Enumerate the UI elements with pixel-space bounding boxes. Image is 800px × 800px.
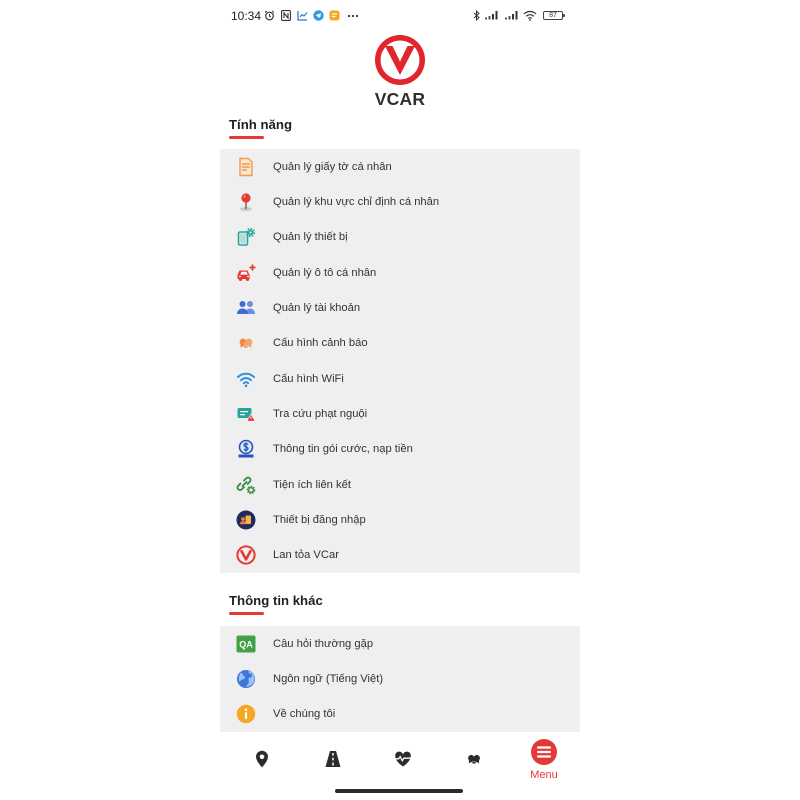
nav-location[interactable] <box>240 737 284 787</box>
section-underline <box>229 136 264 139</box>
menu-item-label: Thông tin gói cước, nạp tiền <box>273 443 413 456</box>
bluetooth-icon <box>473 10 480 21</box>
alarm-icon <box>264 10 275 21</box>
menu-item-traffic-fines[interactable]: Tra cứu phạt nguội <box>220 396 580 431</box>
qa-icon: QA <box>236 635 256 653</box>
info-icon <box>236 705 256 724</box>
vcar-logo-icon <box>236 545 256 565</box>
battery-icon: 87 <box>543 11 565 20</box>
wifi-icon <box>237 372 255 387</box>
other-info-list: QA Câu hỏi thường gặp Ngôn ngữ (Tiếng Vi… <box>220 626 580 732</box>
status-bar: 10:34 87 <box>220 0 580 32</box>
dollar-icon <box>238 439 254 458</box>
menu-item-label: Về chúng tôi <box>273 708 336 721</box>
menu-item-label: Quản lý tài khoản <box>273 301 361 314</box>
link-settings-icon <box>236 476 256 494</box>
battery-level: 87 <box>549 12 557 19</box>
menu-item-personal-cars[interactable]: Quản lý ô tô cá nhân <box>220 255 580 290</box>
menu-item-label: Tiện ích liên kết <box>273 478 351 491</box>
phone-screen: 10:34 87 VCAR Tính năng Quản lý giấy tờ … <box>220 0 580 800</box>
signal-icon <box>485 11 498 20</box>
nav-health[interactable] <box>381 737 425 787</box>
brand-name: VCAR <box>374 89 426 109</box>
menu-item-label: Thiết bị đăng nhập <box>273 513 366 526</box>
login-device-icon <box>236 510 256 530</box>
menu-item-language[interactable]: Ngôn ngữ (Tiếng Việt) <box>220 661 580 696</box>
car-add-icon <box>237 264 256 281</box>
nav-road[interactable] <box>311 737 355 787</box>
road-icon <box>325 751 341 767</box>
users-icon <box>237 300 255 314</box>
signal-icon <box>505 11 518 20</box>
location-icon <box>256 750 268 768</box>
status-time: 10:34 <box>231 9 262 23</box>
section-underline <box>229 612 264 615</box>
menu-item-devices[interactable]: Quản lý thiết bị <box>220 220 580 255</box>
menu-item-label: Quản lý thiết bị <box>273 231 348 244</box>
nav-menu-label: Menu <box>530 769 558 781</box>
chart-app-icon <box>297 11 308 21</box>
menu-item-faq[interactable]: QA Câu hỏi thường gặp <box>220 626 580 661</box>
menu-item-label: Tra cứu phạt nguội <box>273 407 368 420</box>
device-settings-icon <box>237 228 256 247</box>
features-list: Quản lý giấy tờ cá nhân Quản lý khu vực … <box>220 149 580 573</box>
menu-item-personal-documents[interactable]: Quản lý giấy tờ cá nhân <box>220 149 580 184</box>
alarm-bell-icon <box>239 338 253 349</box>
app-notification-icon <box>329 10 340 21</box>
globe-icon <box>237 669 255 688</box>
alarm-bell-icon <box>468 754 480 764</box>
menu-item-label: Cấu hình WiFi <box>273 372 344 385</box>
qa-icon-text: QA <box>239 639 253 649</box>
nfc-icon <box>281 10 291 21</box>
heart-pulse-icon <box>394 751 412 767</box>
map-pin-icon <box>240 193 252 211</box>
menu-item-label: Lan tỏa VCar <box>273 549 339 562</box>
telegram-icon <box>313 10 324 21</box>
menu-item-wifi-settings[interactable]: Cấu hình WiFi <box>220 361 580 396</box>
document-icon <box>239 157 253 176</box>
menu-item-linked-utilities[interactable]: Tiện ích liên kết <box>220 467 580 502</box>
wifi-status-icon <box>523 10 537 21</box>
menu-item-subscription-topup[interactable]: Thông tin gói cước, nạp tiền <box>220 432 580 467</box>
nav-alerts[interactable] <box>452 737 496 787</box>
fine-warning-icon <box>237 407 256 422</box>
vcar-logo-icon <box>375 35 425 85</box>
menu-item-share-vcar[interactable]: Lan tỏa VCar <box>220 538 580 573</box>
menu-icon <box>531 739 557 765</box>
menu-item-designated-areas[interactable]: Quản lý khu vực chỉ định cá nhân <box>220 184 580 219</box>
section-title-other-info: Thông tin khác <box>229 593 323 608</box>
menu-item-login-devices[interactable]: Thiết bị đăng nhập <box>220 502 580 537</box>
menu-item-label: Quản lý khu vực chỉ định cá nhân <box>273 195 440 208</box>
menu-item-label: Quản lý giấy tờ cá nhân <box>273 160 392 173</box>
menu-item-label: Câu hỏi thường gặp <box>273 637 374 650</box>
menu-item-accounts[interactable]: Quản lý tài khoản <box>220 290 580 325</box>
more-notifications-icon <box>347 14 359 18</box>
menu-item-label: Cấu hình cảnh báo <box>273 337 368 350</box>
home-indicator[interactable] <box>335 789 463 793</box>
menu-item-label: Quản lý ô tô cá nhân <box>273 266 377 279</box>
menu-item-about-us[interactable]: Về chúng tôi <box>220 697 580 732</box>
section-title-features: Tính năng <box>229 117 292 132</box>
menu-item-alert-settings[interactable]: Cấu hình cảnh báo <box>220 326 580 361</box>
menu-item-label: Ngôn ngữ (Tiếng Việt) <box>273 672 384 685</box>
nav-menu[interactable]: Menu <box>522 737 566 787</box>
